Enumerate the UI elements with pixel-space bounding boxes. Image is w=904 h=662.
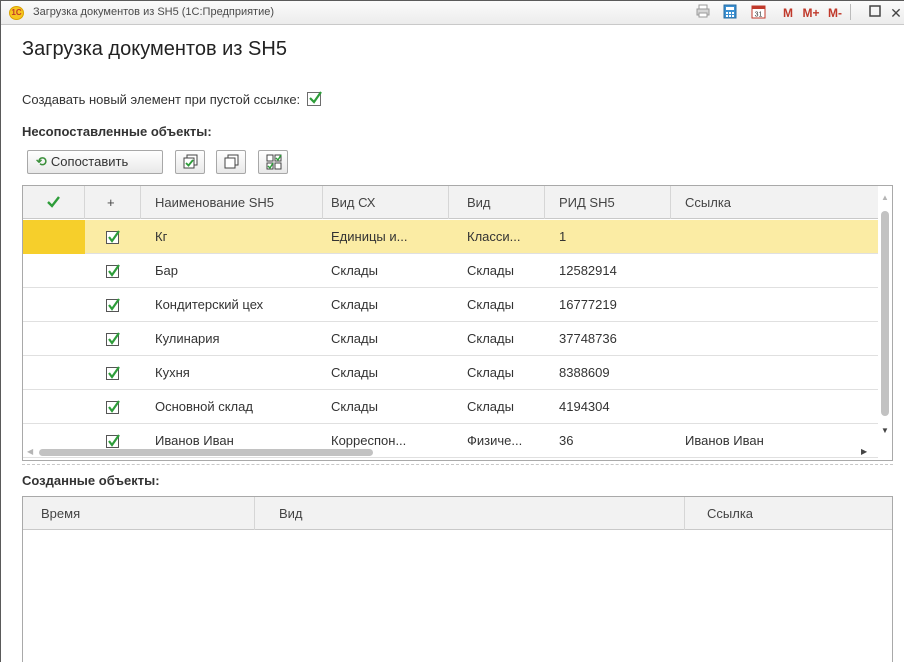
- col-header-created-vid[interactable]: Вид: [255, 497, 685, 530]
- cell-vid-sx[interactable]: Склады: [323, 288, 449, 322]
- plus-column-header[interactable]: +: [85, 186, 141, 219]
- table-row[interactable]: Кондитерский цех Склады Склады 16777219: [23, 288, 878, 322]
- check-column-header[interactable]: [23, 186, 85, 219]
- refresh-icon: ⟲: [36, 154, 47, 169]
- row-checkbox[interactable]: [105, 229, 121, 245]
- svg-text:31: 31: [754, 12, 762, 19]
- invert-check-icon: [266, 154, 282, 170]
- cell-name[interactable]: Бар: [141, 254, 323, 288]
- calculator-icon[interactable]: [721, 4, 739, 22]
- created-title: Созданные объекты:: [22, 473, 160, 488]
- cell-vid-sx[interactable]: Склады: [323, 390, 449, 424]
- cell-rid[interactable]: 37748736: [545, 322, 671, 356]
- match-button-label: Сопоставить: [50, 154, 129, 169]
- col-header-time[interactable]: Время: [23, 497, 255, 530]
- scroll-left-icon[interactable]: ◀: [27, 447, 33, 456]
- memory-plus-button[interactable]: M+: [800, 4, 822, 22]
- cell-name[interactable]: Кулинария: [141, 322, 323, 356]
- created-table: Время Вид Ссылка: [22, 496, 893, 662]
- cell-link[interactable]: [671, 356, 878, 390]
- created-header: Время Вид Ссылка: [23, 497, 892, 530]
- cell-vid[interactable]: Склады: [449, 288, 545, 322]
- cell-vid[interactable]: Класси...: [449, 220, 545, 254]
- app-logo-icon: 1С: [9, 6, 24, 20]
- print-icon[interactable]: [694, 4, 712, 22]
- close-icon[interactable]: ✕: [889, 4, 903, 22]
- cell-link[interactable]: [671, 322, 878, 356]
- match-button[interactable]: ⟲ Сопоставить: [27, 150, 163, 174]
- cell-name[interactable]: Кг: [141, 220, 323, 254]
- vertical-scroll-thumb[interactable]: [881, 211, 889, 416]
- unmatched-header: + Наименование SH5 Вид СХ Вид РИД SH5 Сс…: [23, 186, 892, 219]
- scroll-up-icon[interactable]: ▲: [881, 193, 889, 202]
- cell-vid[interactable]: Склады: [449, 322, 545, 356]
- cell-vid[interactable]: Склады: [449, 390, 545, 424]
- col-header-link[interactable]: Ссылка: [671, 186, 878, 219]
- invert-check-button[interactable]: [258, 150, 288, 174]
- check-mark-icon: [47, 196, 60, 208]
- window-title: Загрузка документов из SH5 (1С:Предприят…: [33, 6, 275, 18]
- cell-rid[interactable]: 8388609: [545, 356, 671, 390]
- col-header-vid[interactable]: Вид: [449, 186, 545, 219]
- uncheck-all-icon: [224, 154, 239, 169]
- cell-vid-sx[interactable]: Единицы и...: [323, 220, 449, 254]
- row-checkbox[interactable]: [105, 399, 121, 415]
- unmatched-title: Несопоставленные объекты:: [22, 124, 212, 139]
- create-new-label: Создавать новый элемент при пустой ссылк…: [22, 92, 301, 107]
- row-selection-marker: [23, 220, 85, 254]
- scroll-right-icon[interactable]: ▶: [861, 447, 867, 456]
- table-row[interactable]: Кулинария Склады Склады 37748736: [23, 322, 878, 356]
- cell-rid[interactable]: 12582914: [545, 254, 671, 288]
- cell-vid-sx[interactable]: Склады: [323, 254, 449, 288]
- cell-vid[interactable]: Склады: [449, 254, 545, 288]
- cell-link[interactable]: [671, 288, 878, 322]
- maximize-icon[interactable]: [867, 4, 883, 22]
- col-header-rid[interactable]: РИД SH5: [545, 186, 671, 219]
- horizontal-scroll-thumb[interactable]: [39, 449, 373, 456]
- table-row[interactable]: Бар Склады Склады 12582914: [23, 254, 878, 288]
- horizontal-scrollbar[interactable]: ◀ ▶: [23, 444, 878, 460]
- cell-vid-sx[interactable]: Склады: [323, 356, 449, 390]
- check-all-icon: [183, 154, 198, 169]
- unmatched-table: + Наименование SH5 Вид СХ Вид РИД SH5 Сс…: [22, 185, 893, 461]
- table-row[interactable]: Основной склад Склады Склады 4194304: [23, 390, 878, 424]
- cell-rid[interactable]: 4194304: [545, 390, 671, 424]
- memory-m-button[interactable]: M: [781, 4, 795, 22]
- memory-minus-button[interactable]: M-: [825, 4, 845, 22]
- col-header-created-link[interactable]: Ссылка: [685, 497, 892, 530]
- cell-rid[interactable]: 1: [545, 220, 671, 254]
- calendar-icon[interactable]: 31: [749, 4, 767, 22]
- page-title: Загрузка документов из SH5: [22, 38, 287, 60]
- row-checkbox[interactable]: [105, 297, 121, 313]
- vertical-scrollbar[interactable]: ▲ ▼: [878, 186, 892, 444]
- table-row[interactable]: Кухня Склады Склады 8388609: [23, 356, 878, 390]
- col-header-vid-sx[interactable]: Вид СХ: [323, 186, 449, 219]
- row-checkbox[interactable]: [105, 365, 121, 381]
- cell-link[interactable]: [671, 254, 878, 288]
- cell-name[interactable]: Основной склад: [141, 390, 323, 424]
- uncheck-all-button[interactable]: [216, 150, 246, 174]
- col-header-name[interactable]: Наименование SH5: [141, 186, 323, 219]
- title-separator: [850, 4, 851, 20]
- title-bar: 1С Загрузка документов из SH5 (1С:Предпр…: [1, 1, 904, 25]
- row-checkbox[interactable]: [105, 263, 121, 279]
- splitter[interactable]: [22, 464, 893, 465]
- create-new-checkbox[interactable]: [306, 91, 322, 106]
- table-row[interactable]: Кг Единицы и... Класси... 1: [23, 220, 878, 254]
- cell-vid-sx[interactable]: Склады: [323, 322, 449, 356]
- create-new-option: Создавать новый элемент при пустой ссылк…: [22, 91, 322, 107]
- scroll-down-icon[interactable]: ▼: [881, 426, 889, 435]
- row-checkbox[interactable]: [105, 331, 121, 347]
- cell-link[interactable]: [671, 220, 878, 254]
- check-all-button[interactable]: [175, 150, 205, 174]
- cell-name[interactable]: Кондитерский цех: [141, 288, 323, 322]
- cell-name[interactable]: Кухня: [141, 356, 323, 390]
- cell-vid[interactable]: Склады: [449, 356, 545, 390]
- cell-link[interactable]: [671, 390, 878, 424]
- cell-rid[interactable]: 16777219: [545, 288, 671, 322]
